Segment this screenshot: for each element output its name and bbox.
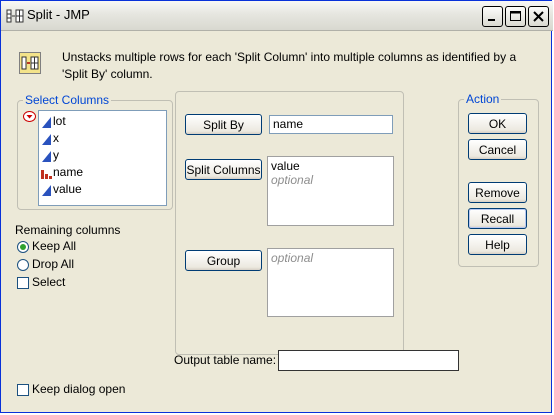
split-columns-button[interactable]: Split Columns <box>185 159 262 180</box>
output-table-field[interactable] <box>278 350 459 371</box>
dialog-body: Unstacks multiple rows for each 'Split C… <box>5 32 549 410</box>
split-platform-icon <box>19 52 41 74</box>
minimize-button[interactable] <box>482 6 503 27</box>
recall-button[interactable]: Recall <box>468 208 527 229</box>
remove-button[interactable]: Remove <box>468 182 527 203</box>
split-dialog-window: Split - JMP Unstacks multiple rows for e… <box>0 0 553 413</box>
select-checkbox-label[interactable]: Select <box>32 275 65 289</box>
split-by-button[interactable]: Split By <box>185 114 262 135</box>
drop-all-label[interactable]: Drop All <box>32 257 74 271</box>
select-columns-label: Select Columns <box>23 93 112 107</box>
action-label: Action <box>464 92 502 106</box>
continuous-column-icon <box>42 117 51 128</box>
close-icon <box>533 11 544 22</box>
close-button[interactable] <box>528 6 549 27</box>
group-button[interactable]: Group <box>185 250 262 271</box>
continuous-column-icon <box>42 185 51 196</box>
keep-dialog-open-checkbox[interactable] <box>17 384 29 396</box>
columns-listbox[interactable]: lot x y name value <box>38 110 167 206</box>
drop-all-radio[interactable] <box>17 259 29 271</box>
continuous-column-icon <box>42 134 51 145</box>
continuous-column-icon <box>42 151 51 162</box>
maximize-icon <box>510 11 521 21</box>
title-bar[interactable]: Split - JMP <box>1 1 553 31</box>
cancel-button[interactable]: Cancel <box>468 139 527 160</box>
split-by-field[interactable]: name <box>269 115 393 134</box>
dropdown-arrow-icon[interactable] <box>23 111 36 122</box>
ok-button[interactable]: OK <box>468 113 527 134</box>
window-title: Split - JMP <box>27 7 90 22</box>
help-button[interactable]: Help <box>468 234 527 255</box>
maximize-button[interactable] <box>505 6 526 27</box>
split-columns-value[interactable]: value <box>271 159 390 173</box>
remaining-columns-label: Remaining columns <box>15 223 121 237</box>
keep-all-radio[interactable] <box>17 241 29 253</box>
keep-all-label[interactable]: Keep All <box>32 239 76 253</box>
keep-dialog-open-label[interactable]: Keep dialog open <box>32 382 125 396</box>
output-table-label: Output table name: <box>174 353 277 367</box>
group-list[interactable]: optional <box>267 248 394 317</box>
minimize-icon <box>488 19 495 21</box>
select-checkbox[interactable] <box>17 277 29 289</box>
select-columns-group: Select Columns lot x y name value <box>17 93 173 210</box>
nominal-column-icon <box>41 170 52 179</box>
split-icon <box>6 9 24 23</box>
group-placeholder: optional <box>271 251 314 265</box>
dialog-description: Unstacks multiple rows for each 'Split C… <box>62 50 517 81</box>
split-columns-list[interactable]: value optional <box>267 156 394 226</box>
split-columns-placeholder: optional <box>271 173 314 187</box>
